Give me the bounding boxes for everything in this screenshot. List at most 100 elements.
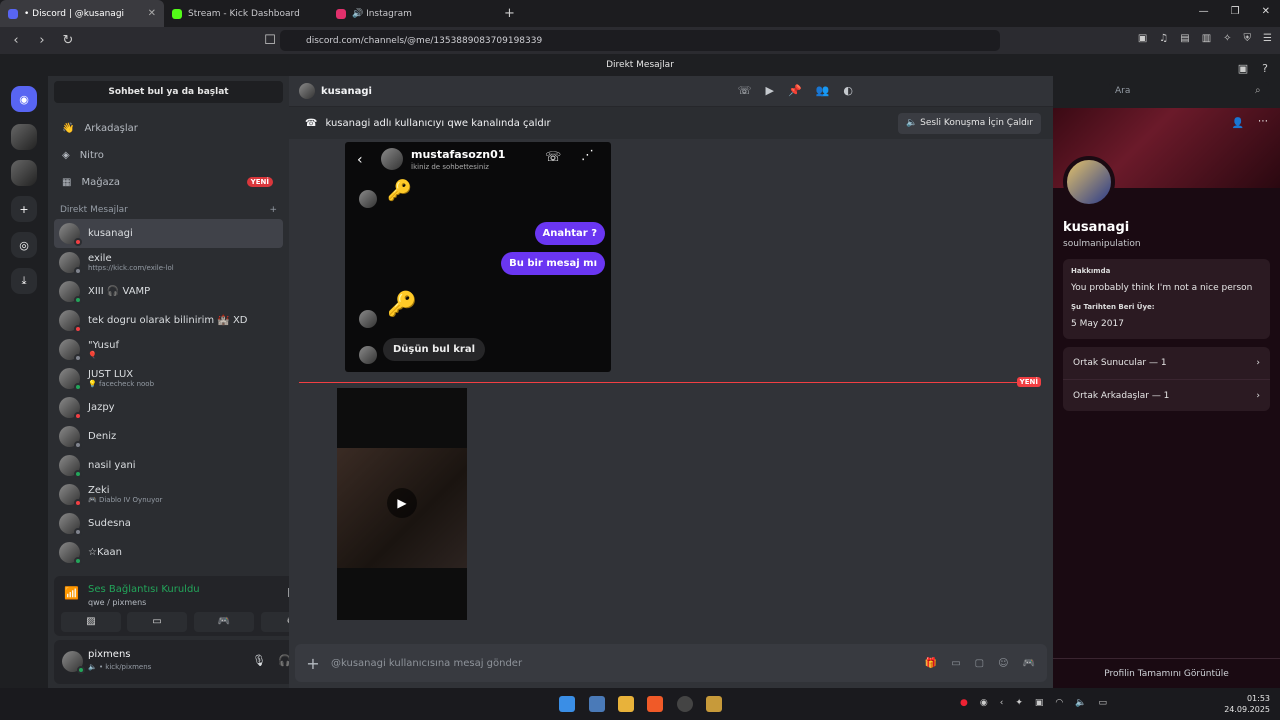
voice-channel[interactable]: qwe / pixmens: [88, 598, 146, 607]
dm-item[interactable]: Jazpy: [54, 393, 283, 422]
dm-item[interactable]: "Yusuf 🎈: [54, 335, 283, 364]
tab-kick[interactable]: Stream - Kick Dashboard: [164, 0, 328, 27]
shot-message-1: Anahtar ?: [534, 222, 605, 245]
sticker-icon[interactable]: ▢: [975, 658, 984, 669]
tray-icon-3[interactable]: ✦: [1015, 698, 1023, 708]
activity-button[interactable]: 🎮: [194, 612, 254, 632]
dm-item[interactable]: tek dogru olarak bilinirim 🏰 XD: [54, 306, 283, 335]
bookmark-icon[interactable]: ☐: [260, 33, 280, 48]
tray-icon-4[interactable]: ▣: [1035, 698, 1044, 708]
view-full-profile-button[interactable]: Profilin Tamamını Görüntüle: [1053, 658, 1280, 688]
explore-icon[interactable]: ◎: [11, 232, 37, 258]
image-attachment[interactable]: ‹ mustafasozn01 İkiniz de sohbettesiniz …: [345, 142, 611, 372]
video-attachment[interactable]: ▶: [337, 388, 467, 620]
dm-name: JUST LUX: [88, 369, 134, 380]
reload-icon[interactable]: ↻: [58, 33, 78, 48]
dm-item[interactable]: Deniz: [54, 422, 283, 451]
brave-icon[interactable]: [647, 696, 663, 712]
server-avatar[interactable]: [11, 124, 37, 150]
dm-status: 💡 facecheck noob: [88, 380, 155, 388]
dm-item[interactable]: ☆Kaan: [54, 538, 283, 567]
forward-icon[interactable]: ›: [32, 33, 52, 48]
video-call-icon[interactable]: ▶: [766, 84, 774, 97]
screen-share-button[interactable]: ▭: [127, 612, 187, 632]
obs-icon[interactable]: [677, 696, 693, 712]
add-server-icon[interactable]: +: [11, 196, 37, 222]
wifi-icon[interactable]: ◠: [1055, 698, 1063, 708]
download-icon[interactable]: ⤓: [11, 268, 37, 294]
nav-friends[interactable]: 👋 Arkadaşlar: [54, 115, 283, 141]
minimize-icon[interactable]: —: [1199, 6, 1209, 17]
profile-more-icon[interactable]: ⋯: [1258, 116, 1268, 127]
dm-item[interactable]: kusanagi: [54, 219, 283, 248]
add-friends-icon[interactable]: 👥: [816, 84, 830, 97]
discord-home-icon[interactable]: ◉: [11, 86, 37, 112]
close-tab-icon[interactable]: ✕: [148, 8, 156, 19]
music-icon[interactable]: ♫: [1159, 33, 1168, 44]
record-icon[interactable]: ●: [960, 698, 968, 708]
wallet-icon[interactable]: ▥: [1202, 33, 1211, 44]
attach-plus-icon[interactable]: +: [295, 654, 331, 673]
mutual-friends[interactable]: Ortak Arkadaşlar — 1 ›: [1063, 379, 1270, 411]
mutual-servers[interactable]: Ortak Sunucular — 1 ›: [1063, 347, 1270, 379]
dm-sidebar: Sohbet bul ya da başlat 👋 Arkadaşlar ◈ N…: [48, 76, 330, 688]
search-input[interactable]: Ara: [1109, 82, 1269, 101]
dm-item[interactable]: JUST LUX 💡 facecheck noob: [54, 364, 283, 393]
ring-button[interactable]: 🔈 Sesli Konuşma İçin Çaldır: [898, 113, 1041, 134]
voice-call-icon[interactable]: ☏: [738, 84, 752, 97]
tab-discord[interactable]: • Discord | @kusanagi ✕: [0, 0, 164, 27]
vpn-icon[interactable]: ⛨: [1244, 33, 1252, 44]
mic-icon[interactable]: 🎙: [252, 654, 266, 667]
battery-icon[interactable]: ▭: [1098, 698, 1107, 708]
dm-item[interactable]: exile https://kick.com/exile-lol: [54, 248, 283, 277]
server-avatar-2[interactable]: [11, 160, 37, 186]
user-status: 🔈 • kick/pixmens: [88, 663, 152, 671]
inbox-icon[interactable]: ▣: [1238, 58, 1248, 80]
tab-instagram[interactable]: 🔊 Instagram: [328, 0, 492, 27]
play-icon[interactable]: ▶: [387, 488, 417, 518]
extension-icon[interactable]: ▣: [1138, 33, 1147, 44]
dm-item[interactable]: nasil yani: [54, 451, 283, 480]
sidebar-icon[interactable]: ▤: [1180, 33, 1189, 44]
gift-icon[interactable]: 🎁: [925, 658, 937, 669]
help-icon[interactable]: ?: [1262, 58, 1268, 80]
dm-item[interactable]: Sudesna: [54, 509, 283, 538]
chevron-right-icon: ›: [1256, 358, 1260, 368]
apps-icon[interactable]: 🎮: [1023, 658, 1035, 669]
explorer-icon[interactable]: [618, 696, 634, 712]
url-bar[interactable]: discord.com/channels/@me/135388908370919…: [280, 30, 1000, 51]
find-conversation-button[interactable]: Sohbet bul ya da başlat: [54, 81, 283, 103]
nav-nitro[interactable]: ◈ Nitro: [54, 142, 283, 168]
discord-tab-icon: [8, 8, 18, 19]
start-icon[interactable]: [559, 696, 575, 712]
message-input[interactable]: @kusanagi kullanıcısına mesaj gönder: [331, 658, 925, 669]
league-icon[interactable]: [706, 696, 722, 712]
avatar: [59, 455, 82, 478]
leo-icon[interactable]: ✧: [1223, 33, 1231, 44]
clock[interactable]: 01:53 24.09.2025: [1224, 693, 1270, 715]
volume-icon[interactable]: 🔈: [1075, 698, 1086, 708]
pin-icon[interactable]: 📌: [788, 84, 802, 97]
tray-icon-1[interactable]: ◉: [980, 698, 988, 708]
emoji-icon[interactable]: ☺: [998, 658, 1008, 669]
maximize-icon[interactable]: ❐: [1231, 6, 1240, 17]
nav-shop[interactable]: ▦ Mağaza YENİ: [54, 169, 283, 195]
camera-off-button[interactable]: ▨: [61, 612, 121, 632]
tray-icon-2[interactable]: ‹: [1000, 698, 1004, 708]
key-emoji-icon: 🔑: [387, 178, 412, 202]
signal-icon: 📶: [64, 586, 79, 600]
profile-toggle-icon[interactable]: ◐: [843, 84, 853, 97]
new-tab-icon[interactable]: +: [504, 6, 515, 21]
user-name: pixmens: [88, 649, 131, 660]
close-window-icon[interactable]: ✕: [1262, 6, 1270, 17]
add-friend-icon[interactable]: 👤: [1232, 118, 1244, 129]
dm-item[interactable]: XIII 🎧 VAMP: [54, 277, 283, 306]
create-dm-icon[interactable]: +: [269, 205, 277, 215]
dm-item[interactable]: Zeki 🎮 Diablo IV Oynuyor: [54, 480, 283, 509]
menu-icon[interactable]: ☰: [1263, 33, 1272, 44]
back-icon[interactable]: ‹: [6, 33, 26, 48]
widgets-icon[interactable]: [589, 696, 605, 712]
avatar[interactable]: [62, 651, 85, 674]
gif-icon[interactable]: ▭: [951, 658, 960, 669]
speaker-icon: 🔈: [906, 118, 918, 128]
